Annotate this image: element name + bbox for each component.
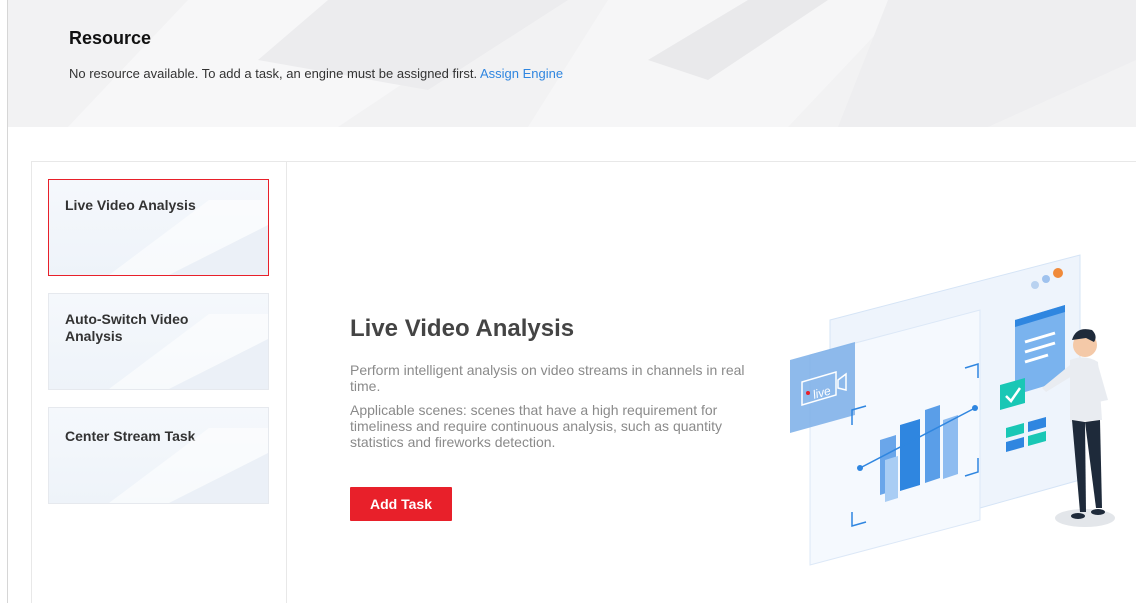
- add-task-button[interactable]: Add Task: [350, 487, 452, 521]
- resource-message: No resource available. To add a task, an…: [69, 66, 563, 81]
- video-analysis-illustration: live: [790, 254, 1115, 566]
- sidebar-item-live-video-analysis[interactable]: Live Video Analysis: [48, 179, 269, 276]
- assign-engine-link[interactable]: Assign Engine: [480, 66, 563, 81]
- resource-banner: Resource No resource available. To add a…: [8, 0, 1136, 127]
- card-decoration: [109, 314, 268, 389]
- task-type-title: Live Video Analysis: [350, 315, 575, 342]
- sidebar-item-auto-switch-video-analysis[interactable]: Auto-Switch Video Analysis: [48, 293, 269, 390]
- banner-background-pattern: [68, 0, 1136, 127]
- task-type-sidebar: Live Video Analysis Auto-Switch Video An…: [32, 162, 287, 603]
- no-resource-text: No resource available. To add a task, an…: [69, 66, 478, 81]
- sidebar-item-center-stream-task[interactable]: Center Stream Task: [48, 407, 269, 504]
- resource-title: Resource: [69, 28, 152, 48]
- applicable-scenes-text: Applicable scenes: scenes that have a hi…: [350, 402, 722, 450]
- card-decoration: [109, 428, 268, 503]
- task-description: Perform intelligent analysis on video st…: [350, 362, 745, 394]
- card-decoration: [109, 200, 268, 275]
